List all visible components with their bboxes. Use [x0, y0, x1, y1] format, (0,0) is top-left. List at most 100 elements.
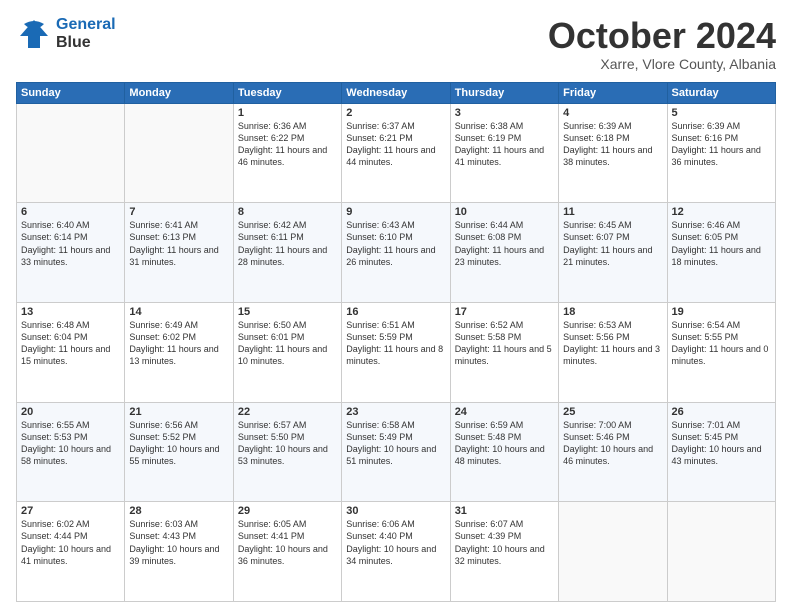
day-number: 10 — [455, 206, 554, 218]
day-info: Sunrise: 6:56 AM Sunset: 5:52 PM Dayligh… — [129, 419, 228, 468]
title-block: October 2024 Xarre, Vlore County, Albani… — [548, 16, 776, 72]
calendar-cell — [559, 502, 667, 602]
calendar-cell: 22Sunrise: 6:57 AM Sunset: 5:50 PM Dayli… — [233, 402, 341, 502]
day-number: 19 — [672, 306, 771, 318]
day-number: 24 — [455, 406, 554, 418]
day-number: 1 — [238, 107, 337, 119]
col-monday: Monday — [125, 82, 233, 103]
day-number: 20 — [21, 406, 120, 418]
calendar-week-1: 1Sunrise: 6:36 AM Sunset: 6:22 PM Daylig… — [17, 103, 776, 203]
logo-icon — [16, 16, 52, 52]
day-info: Sunrise: 6:07 AM Sunset: 4:39 PM Dayligh… — [455, 518, 554, 567]
day-number: 6 — [21, 206, 120, 218]
day-info: Sunrise: 6:42 AM Sunset: 6:11 PM Dayligh… — [238, 219, 337, 268]
day-info: Sunrise: 6:36 AM Sunset: 6:22 PM Dayligh… — [238, 120, 337, 169]
day-info: Sunrise: 6:44 AM Sunset: 6:08 PM Dayligh… — [455, 219, 554, 268]
day-info: Sunrise: 6:40 AM Sunset: 6:14 PM Dayligh… — [21, 219, 120, 268]
day-number: 29 — [238, 505, 337, 517]
day-info: Sunrise: 6:05 AM Sunset: 4:41 PM Dayligh… — [238, 518, 337, 567]
calendar-cell — [125, 103, 233, 203]
col-tuesday: Tuesday — [233, 82, 341, 103]
location: Xarre, Vlore County, Albania — [548, 56, 776, 72]
day-info: Sunrise: 6:43 AM Sunset: 6:10 PM Dayligh… — [346, 219, 445, 268]
day-number: 21 — [129, 406, 228, 418]
calendar-cell: 2Sunrise: 6:37 AM Sunset: 6:21 PM Daylig… — [342, 103, 450, 203]
day-info: Sunrise: 6:06 AM Sunset: 4:40 PM Dayligh… — [346, 518, 445, 567]
day-number: 22 — [238, 406, 337, 418]
calendar-cell: 4Sunrise: 6:39 AM Sunset: 6:18 PM Daylig… — [559, 103, 667, 203]
logo-text: General Blue — [56, 16, 116, 51]
day-number: 3 — [455, 107, 554, 119]
day-info: Sunrise: 6:46 AM Sunset: 6:05 PM Dayligh… — [672, 219, 771, 268]
calendar-cell: 20Sunrise: 6:55 AM Sunset: 5:53 PM Dayli… — [17, 402, 125, 502]
col-saturday: Saturday — [667, 82, 775, 103]
calendar-cell: 19Sunrise: 6:54 AM Sunset: 5:55 PM Dayli… — [667, 302, 775, 402]
calendar-cell — [17, 103, 125, 203]
calendar-cell: 3Sunrise: 6:38 AM Sunset: 6:19 PM Daylig… — [450, 103, 558, 203]
calendar-cell: 13Sunrise: 6:48 AM Sunset: 6:04 PM Dayli… — [17, 302, 125, 402]
day-number: 16 — [346, 306, 445, 318]
calendar-cell: 16Sunrise: 6:51 AM Sunset: 5:59 PM Dayli… — [342, 302, 450, 402]
day-info: Sunrise: 7:01 AM Sunset: 5:45 PM Dayligh… — [672, 419, 771, 468]
day-number: 8 — [238, 206, 337, 218]
calendar-cell — [667, 502, 775, 602]
calendar-cell: 12Sunrise: 6:46 AM Sunset: 6:05 PM Dayli… — [667, 203, 775, 303]
day-number: 14 — [129, 306, 228, 318]
calendar-cell: 26Sunrise: 7:01 AM Sunset: 5:45 PM Dayli… — [667, 402, 775, 502]
day-info: Sunrise: 6:52 AM Sunset: 5:58 PM Dayligh… — [455, 319, 554, 368]
calendar-cell: 27Sunrise: 6:02 AM Sunset: 4:44 PM Dayli… — [17, 502, 125, 602]
calendar-header-row: Sunday Monday Tuesday Wednesday Thursday… — [17, 82, 776, 103]
calendar-cell: 7Sunrise: 6:41 AM Sunset: 6:13 PM Daylig… — [125, 203, 233, 303]
calendar-cell: 18Sunrise: 6:53 AM Sunset: 5:56 PM Dayli… — [559, 302, 667, 402]
day-info: Sunrise: 6:54 AM Sunset: 5:55 PM Dayligh… — [672, 319, 771, 368]
day-number: 15 — [238, 306, 337, 318]
day-info: Sunrise: 6:02 AM Sunset: 4:44 PM Dayligh… — [21, 518, 120, 567]
day-info: Sunrise: 6:50 AM Sunset: 6:01 PM Dayligh… — [238, 319, 337, 368]
col-friday: Friday — [559, 82, 667, 103]
day-info: Sunrise: 6:03 AM Sunset: 4:43 PM Dayligh… — [129, 518, 228, 567]
day-number: 11 — [563, 206, 662, 218]
calendar-week-5: 27Sunrise: 6:02 AM Sunset: 4:44 PM Dayli… — [17, 502, 776, 602]
logo: General Blue — [16, 16, 116, 52]
day-number: 4 — [563, 107, 662, 119]
day-number: 25 — [563, 406, 662, 418]
calendar-cell: 17Sunrise: 6:52 AM Sunset: 5:58 PM Dayli… — [450, 302, 558, 402]
day-info: Sunrise: 6:55 AM Sunset: 5:53 PM Dayligh… — [21, 419, 120, 468]
calendar-table: Sunday Monday Tuesday Wednesday Thursday… — [16, 82, 776, 602]
header: General Blue October 2024 Xarre, Vlore C… — [16, 16, 776, 72]
calendar-cell: 28Sunrise: 6:03 AM Sunset: 4:43 PM Dayli… — [125, 502, 233, 602]
day-info: Sunrise: 6:59 AM Sunset: 5:48 PM Dayligh… — [455, 419, 554, 468]
col-thursday: Thursday — [450, 82, 558, 103]
day-number: 9 — [346, 206, 445, 218]
calendar-cell: 10Sunrise: 6:44 AM Sunset: 6:08 PM Dayli… — [450, 203, 558, 303]
day-info: Sunrise: 6:37 AM Sunset: 6:21 PM Dayligh… — [346, 120, 445, 169]
calendar-cell: 1Sunrise: 6:36 AM Sunset: 6:22 PM Daylig… — [233, 103, 341, 203]
month-title: October 2024 — [548, 16, 776, 56]
calendar-cell: 15Sunrise: 6:50 AM Sunset: 6:01 PM Dayli… — [233, 302, 341, 402]
calendar-cell: 21Sunrise: 6:56 AM Sunset: 5:52 PM Dayli… — [125, 402, 233, 502]
calendar-week-2: 6Sunrise: 6:40 AM Sunset: 6:14 PM Daylig… — [17, 203, 776, 303]
calendar-cell: 14Sunrise: 6:49 AM Sunset: 6:02 PM Dayli… — [125, 302, 233, 402]
day-number: 28 — [129, 505, 228, 517]
day-info: Sunrise: 6:39 AM Sunset: 6:18 PM Dayligh… — [563, 120, 662, 169]
day-info: Sunrise: 6:48 AM Sunset: 6:04 PM Dayligh… — [21, 319, 120, 368]
calendar-cell: 8Sunrise: 6:42 AM Sunset: 6:11 PM Daylig… — [233, 203, 341, 303]
calendar-cell: 6Sunrise: 6:40 AM Sunset: 6:14 PM Daylig… — [17, 203, 125, 303]
calendar-cell: 5Sunrise: 6:39 AM Sunset: 6:16 PM Daylig… — [667, 103, 775, 203]
day-number: 31 — [455, 505, 554, 517]
day-info: Sunrise: 6:53 AM Sunset: 5:56 PM Dayligh… — [563, 319, 662, 368]
calendar-cell: 30Sunrise: 6:06 AM Sunset: 4:40 PM Dayli… — [342, 502, 450, 602]
day-number: 12 — [672, 206, 771, 218]
day-info: Sunrise: 6:58 AM Sunset: 5:49 PM Dayligh… — [346, 419, 445, 468]
day-info: Sunrise: 6:49 AM Sunset: 6:02 PM Dayligh… — [129, 319, 228, 368]
day-number: 30 — [346, 505, 445, 517]
calendar-cell: 29Sunrise: 6:05 AM Sunset: 4:41 PM Dayli… — [233, 502, 341, 602]
day-number: 27 — [21, 505, 120, 517]
calendar-cell: 23Sunrise: 6:58 AM Sunset: 5:49 PM Dayli… — [342, 402, 450, 502]
day-number: 5 — [672, 107, 771, 119]
day-info: Sunrise: 6:57 AM Sunset: 5:50 PM Dayligh… — [238, 419, 337, 468]
calendar-cell: 9Sunrise: 6:43 AM Sunset: 6:10 PM Daylig… — [342, 203, 450, 303]
calendar-week-3: 13Sunrise: 6:48 AM Sunset: 6:04 PM Dayli… — [17, 302, 776, 402]
day-info: Sunrise: 6:39 AM Sunset: 6:16 PM Dayligh… — [672, 120, 771, 169]
day-number: 7 — [129, 206, 228, 218]
